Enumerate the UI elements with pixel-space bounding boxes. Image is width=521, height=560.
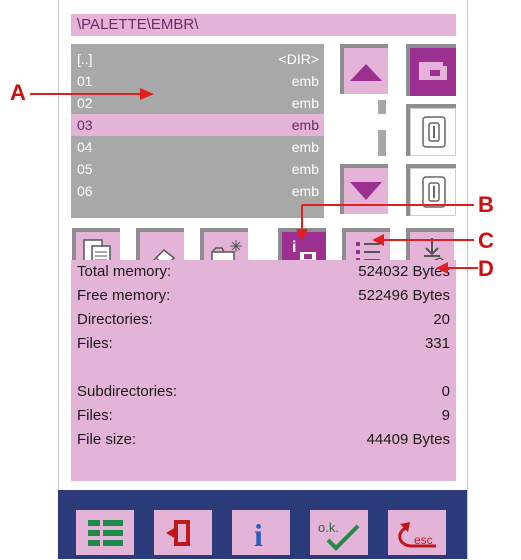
info-value: 0	[441, 383, 450, 400]
file-name: 06	[77, 183, 93, 199]
file-name: [..]	[77, 51, 93, 67]
list-item[interactable]: 04 emb	[71, 136, 324, 158]
free-memory-row: Free memory: 522496 Bytes	[77, 285, 450, 307]
arrow-up-icon	[350, 64, 382, 81]
svg-text:esc: esc	[414, 533, 433, 547]
files-row: Files: 331	[77, 333, 450, 355]
file-size-row: File size: 44409 Bytes	[77, 429, 450, 451]
file-name: 01	[77, 73, 93, 89]
file-type: emb	[291, 161, 319, 177]
file-type: emb	[291, 73, 319, 89]
exit-button[interactable]	[154, 510, 212, 555]
callout-c-line	[372, 234, 474, 246]
sewing-machine-icon	[419, 62, 447, 80]
ok-button[interactable]: o.k.	[310, 510, 368, 555]
total-memory-row: Total memory: 524032 Bytes	[77, 261, 450, 283]
callout-b: B	[478, 192, 494, 217]
callout-a-line	[30, 93, 150, 95]
file-type: <DIR>	[278, 51, 319, 67]
svg-text:o.k.: o.k.	[318, 520, 339, 535]
info-label: Files:	[77, 407, 113, 424]
info-value: 44409 Bytes	[366, 431, 450, 448]
memory-info-panel: Total memory: 524032 Bytes Free memory: …	[71, 260, 456, 481]
sewing-machine-button[interactable]	[406, 44, 456, 96]
file-name: 05	[77, 161, 93, 177]
callout-a-arrowhead	[140, 88, 154, 100]
list-item[interactable]: 01 emb	[71, 70, 324, 92]
file-name: 03	[77, 117, 93, 133]
exit-door-icon	[166, 520, 190, 546]
file-name: 02	[77, 95, 93, 111]
info-label: File size:	[77, 431, 137, 448]
file-manager-button[interactable]	[76, 510, 134, 555]
info-help-button[interactable]: i	[232, 510, 290, 555]
grid-list-icon	[88, 520, 123, 546]
scrollbar-thumb[interactable]	[378, 114, 386, 130]
scroll-up-button[interactable]	[340, 44, 388, 94]
subdirectories-row: Subdirectories: 0	[77, 381, 450, 403]
svg-text:i: i	[254, 517, 263, 553]
list-item[interactable]: [..] <DIR>	[71, 48, 324, 70]
file-list[interactable]: [..] <DIR> 01 emb 02 emb 03 emb 04 emb 0…	[71, 44, 324, 218]
info-label: Free memory:	[77, 287, 171, 304]
scrollbar[interactable]	[378, 100, 386, 156]
info-label: Total memory:	[77, 263, 172, 280]
info-value: 20	[433, 311, 450, 328]
list-item[interactable]: 06 emb	[71, 180, 324, 202]
info-icon: i	[254, 517, 263, 553]
callout-a: A	[10, 80, 26, 105]
info-value: 331	[424, 335, 450, 352]
file-type: emb	[291, 95, 319, 111]
escape-button[interactable]: esc	[388, 510, 446, 555]
info-label: Files:	[77, 335, 113, 352]
current-path: \PALETTE\EMBR\	[71, 14, 456, 36]
file-name: 04	[77, 139, 93, 155]
info-value: 522496 Bytes	[358, 287, 450, 304]
storage-card-button-1[interactable]	[406, 104, 456, 156]
list-item[interactable]: 02 emb	[71, 92, 324, 114]
callout-d-line	[436, 262, 478, 274]
esc-back-icon: esc	[398, 522, 436, 548]
list-item[interactable]: 05 emb	[71, 158, 324, 180]
file-type: emb	[291, 139, 319, 155]
directories-row: Directories: 20	[77, 309, 450, 331]
list-item-selected[interactable]: 03 emb	[71, 114, 324, 136]
file-type: emb	[291, 117, 319, 133]
files-in-dir-row: Files: 9	[77, 405, 450, 427]
memory-card-icon	[422, 116, 446, 148]
callout-c: C	[478, 228, 494, 253]
ok-check-icon: o.k.	[318, 520, 360, 551]
info-label: Subdirectories:	[77, 383, 178, 400]
info-value: 9	[441, 407, 450, 424]
info-label: Directories:	[77, 311, 153, 328]
callout-d: D	[478, 256, 494, 281]
